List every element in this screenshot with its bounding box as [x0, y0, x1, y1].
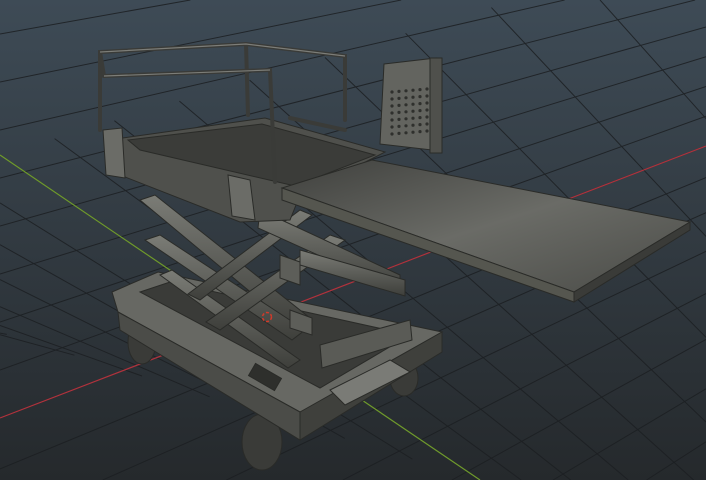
gate-hole	[390, 97, 394, 101]
gate-hole	[397, 110, 401, 114]
gate-hole	[397, 117, 401, 121]
gate-hole	[397, 103, 401, 107]
gate-hole	[418, 102, 422, 106]
gate-hole	[425, 122, 429, 126]
gate-hole	[425, 129, 429, 133]
gate-hole	[390, 132, 394, 136]
gate-hole	[390, 118, 394, 122]
gate-hole	[397, 124, 401, 128]
gate-hole	[418, 116, 422, 120]
gate-hole	[404, 96, 408, 100]
gate-post	[429, 57, 443, 154]
gate-hole	[390, 125, 394, 129]
gate-hole	[418, 130, 422, 134]
gate-hole	[425, 115, 429, 119]
gate-hole	[418, 88, 422, 92]
gate-hole	[411, 123, 415, 127]
gate-hole	[411, 102, 415, 106]
gate-hole	[418, 123, 422, 127]
gate-hole	[418, 95, 422, 99]
gate-hole	[390, 90, 394, 94]
gate-hole	[425, 94, 429, 98]
gate-hole	[411, 88, 415, 92]
gate-hole	[404, 110, 408, 114]
gate-hole	[418, 109, 422, 113]
gate-hole	[397, 89, 401, 93]
gate-hole	[425, 87, 429, 91]
gate-hole	[390, 104, 394, 108]
gate-hole	[411, 95, 415, 99]
gate-hole	[425, 101, 429, 105]
3d-viewport[interactable]	[0, 0, 706, 480]
gate-hole	[397, 96, 401, 100]
gate-hole	[411, 130, 415, 134]
gate-hole	[411, 109, 415, 113]
gate-hole	[425, 108, 429, 112]
gate-hole	[404, 131, 408, 135]
gate-hole	[397, 131, 401, 135]
gate-hole	[404, 117, 408, 121]
gate-hole	[390, 111, 394, 115]
deck-end-block	[102, 127, 126, 179]
gate-hole	[404, 103, 408, 107]
gate-hole	[404, 89, 408, 93]
gate-hole	[404, 124, 408, 128]
gate-hole	[411, 116, 415, 120]
